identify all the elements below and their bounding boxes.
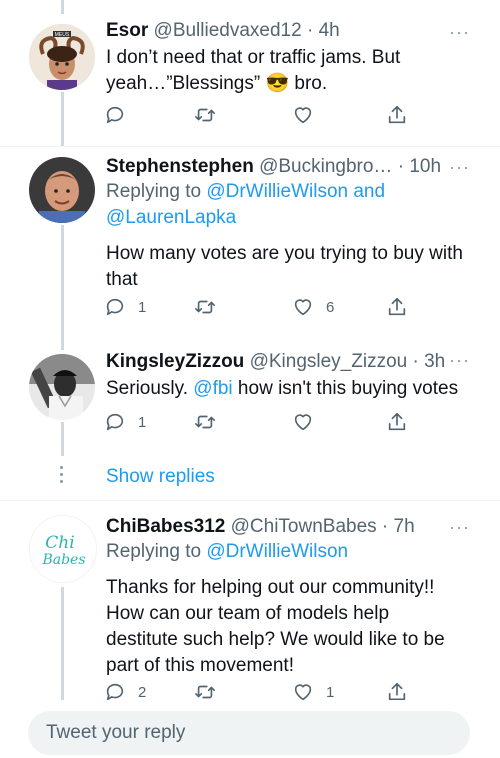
replying-to: Replying to @DrWillieWilson	[106, 541, 349, 562]
handle-time[interactable]: @Bulliedvaxed12 · 4h	[154, 20, 340, 41]
display-name[interactable]: Stephenstephen	[106, 156, 254, 177]
like-icon	[294, 684, 312, 700]
share-button[interactable]	[386, 409, 408, 435]
more-icon[interactable]: ···	[449, 157, 470, 178]
avatar-image	[29, 354, 95, 420]
retweet-icon	[195, 108, 215, 122]
like-button[interactable]	[292, 102, 314, 128]
display-name[interactable]: ChiBabes312	[106, 516, 225, 537]
tweet-kingsleyzizzou[interactable]: KingsleyZizzou @Kingsley_Zizzou · 3h Ser…	[0, 336, 500, 456]
share-icon	[388, 682, 406, 700]
retweet-button[interactable]	[194, 102, 216, 128]
share-button[interactable]	[386, 102, 408, 128]
more-icon[interactable]: ···	[449, 517, 470, 538]
thread-line	[61, 422, 64, 456]
replies-feed: MEUS Esor @Bulliedvaxed12 · 4h I don’t n…	[0, 0, 500, 700]
reply-icon	[106, 106, 124, 124]
reply-icon	[106, 298, 124, 316]
more-icon[interactable]: ···	[449, 350, 470, 371]
svg-text:Babes: Babes	[41, 552, 85, 568]
reply-composer[interactable]	[28, 711, 470, 755]
display-name[interactable]: KingsleyZizzou	[106, 351, 244, 372]
like-button[interactable]	[292, 409, 314, 435]
more-icon[interactable]: ···	[449, 22, 470, 43]
share-button[interactable]	[386, 679, 408, 700]
tweet-stephenstephen[interactable]: Stephenstephen @Buckingbro… · 10h Replyi…	[0, 147, 500, 336]
thread-line	[61, 336, 64, 350]
mention-link[interactable]: @DrWillieWilson	[206, 181, 348, 202]
reply-button[interactable]: 2	[104, 679, 146, 700]
retweet-icon	[195, 415, 215, 429]
svg-text:MEUS: MEUS	[55, 32, 70, 38]
reply-input[interactable]	[28, 721, 448, 745]
retweet-icon	[195, 685, 215, 699]
like-button[interactable]: 6	[292, 294, 334, 320]
reply-count: 1	[138, 298, 147, 316]
handle-time[interactable]: @Buckingbro… · 10h	[259, 156, 441, 177]
show-replies-link[interactable]: Show replies	[106, 465, 215, 489]
reply-icon	[106, 413, 124, 431]
tweet-text: How many votes are you trying to buy wit…	[106, 243, 463, 290]
tweet-chibabes312[interactable]: Chi Babes ChiBabes312 @ChiTownBabes · 7h…	[0, 501, 500, 700]
avatar-image: Chi Babes	[30, 516, 96, 582]
share-button[interactable]	[386, 294, 408, 320]
reply-button[interactable]: 1	[104, 294, 146, 320]
like-icon	[294, 299, 312, 316]
thread-line	[61, 587, 64, 700]
mention-link[interactable]: @LaurenLapka	[106, 207, 236, 228]
handle-time[interactable]: @ChiTownBabes · 7h	[231, 516, 415, 537]
reply-count: 2	[138, 683, 147, 701]
tweet-text: Seriously. @fbi how isn't this buying vo…	[106, 378, 459, 399]
sunglasses-emoji-icon: 😎	[265, 73, 290, 94]
tweet-text: Thanks for helping out our community!! H…	[106, 577, 445, 676]
thread-dots-icon	[60, 466, 64, 486]
like-icon	[294, 107, 312, 124]
share-icon	[388, 105, 406, 124]
avatar-image	[29, 157, 95, 223]
retweet-button[interactable]	[194, 679, 216, 700]
mention-link[interactable]: @DrWillieWilson	[206, 541, 348, 562]
display-name[interactable]: Esor	[106, 20, 148, 41]
avatar[interactable]	[29, 354, 95, 420]
thread-line	[61, 225, 64, 336]
reply-count: 1	[138, 413, 147, 431]
retweet-icon	[195, 300, 215, 314]
replying-to: Replying to @DrWillieWilson and @LaurenL…	[106, 181, 386, 228]
like-icon	[294, 414, 312, 431]
retweet-button[interactable]	[194, 294, 216, 320]
share-icon	[388, 412, 406, 431]
like-count: 6	[326, 298, 335, 316]
avatar[interactable]: Chi Babes	[29, 515, 97, 583]
tweet-esor[interactable]: MEUS Esor @Bulliedvaxed12 · 4h I don’t n…	[0, 0, 500, 146]
share-icon	[388, 297, 406, 316]
avatar[interactable]: MEUS	[29, 24, 95, 90]
thread-line	[61, 92, 64, 146]
like-button[interactable]: 1	[292, 679, 334, 700]
avatar-image: MEUS	[29, 24, 95, 90]
tweet-text: I don’t need that or traffic jams. But y…	[106, 47, 401, 94]
svg-text:Chi: Chi	[45, 533, 74, 553]
like-count: 1	[326, 683, 335, 701]
reply-icon	[106, 683, 124, 700]
reply-button[interactable]: 1	[104, 409, 146, 435]
reply-button[interactable]	[104, 102, 126, 128]
avatar[interactable]	[29, 157, 95, 223]
handle-time[interactable]: @Kingsley_Zizzou · 3h	[250, 351, 446, 372]
mention-link[interactable]: @fbi	[193, 378, 232, 399]
retweet-button[interactable]	[194, 409, 216, 435]
